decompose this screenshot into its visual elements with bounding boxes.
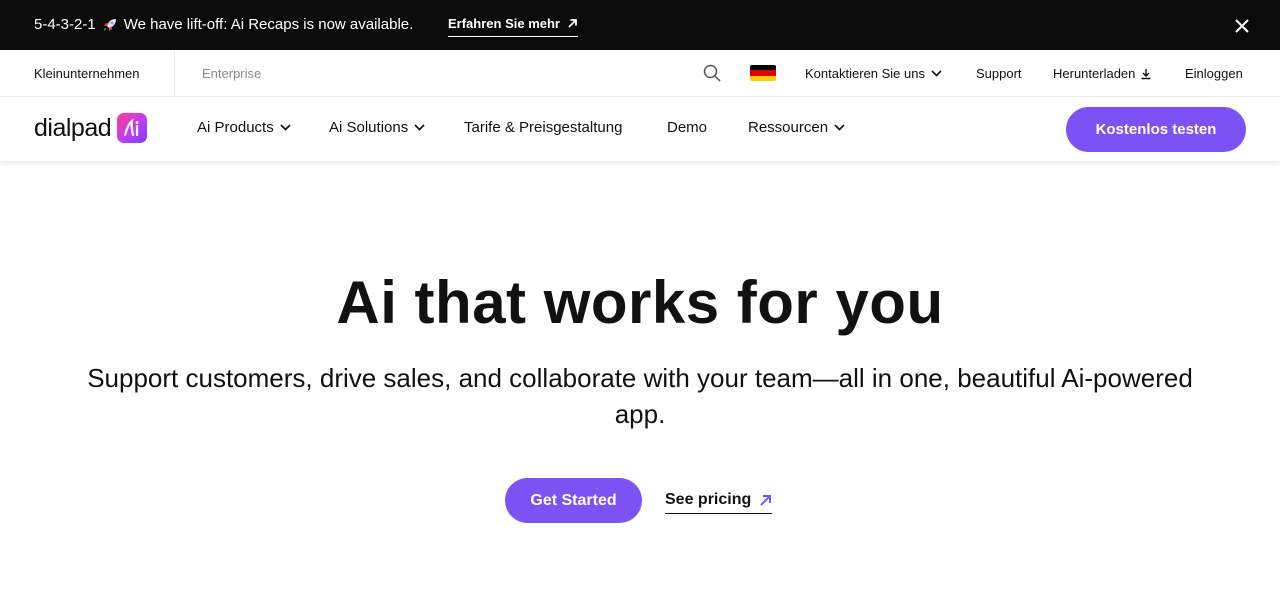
download-link[interactable]: Herunterladen — [1053, 66, 1152, 81]
segment-small-business[interactable]: Kleinunternehmen — [34, 66, 140, 81]
dialpad-logo[interactable]: dialpad — [34, 111, 148, 145]
support-link[interactable]: Support — [976, 66, 1022, 81]
nav-demo[interactable]: Demo — [667, 119, 707, 136]
download-icon — [1141, 68, 1151, 79]
learn-more-label: Erfahren Sie mehr — [448, 16, 560, 31]
arrow-up-right-icon — [760, 494, 772, 506]
free-trial-button[interactable]: Kostenlos testen — [1066, 107, 1246, 152]
nav-ai-products-label: Ai Products — [197, 119, 274, 136]
announcement-message: 5-4-3-2-1 We have lift-off: Ai Recaps is… — [34, 16, 413, 33]
search-icon[interactable] — [703, 64, 721, 82]
nav-resources-label: Ressourcen — [748, 119, 829, 136]
close-icon[interactable] — [1232, 16, 1252, 36]
announcement-countdown: 5-4-3-2-1 — [34, 16, 96, 33]
nav-ai-products[interactable]: Ai Products — [197, 119, 291, 136]
arrow-up-right-icon — [568, 19, 577, 28]
chevron-down-icon — [834, 124, 845, 131]
chevron-down-icon — [931, 70, 942, 77]
logo-wordmark: dialpad — [34, 113, 112, 142]
segment-enterprise[interactable]: Enterprise — [202, 66, 261, 81]
learn-more-link[interactable]: Erfahren Sie mehr — [448, 16, 578, 37]
ai-logo-icon — [117, 113, 148, 143]
see-pricing-label: See pricing — [665, 491, 752, 508]
announcement-bar: 5-4-3-2-1 We have lift-off: Ai Recaps is… — [0, 0, 1280, 50]
announcement-text: We have lift-off: Ai Recaps is now avail… — [123, 16, 414, 33]
hero-subtitle: Support customers, drive sales, and coll… — [87, 363, 1193, 429]
see-pricing-link[interactable]: See pricing — [665, 491, 773, 514]
get-started-button[interactable]: Get Started — [505, 478, 642, 523]
login-link[interactable]: Einloggen — [1185, 66, 1243, 81]
contact-us-label: Kontaktieren Sie uns — [805, 66, 925, 81]
chevron-down-icon — [414, 124, 425, 131]
segment-divider — [174, 50, 175, 96]
chevron-down-icon — [280, 124, 291, 131]
rocket-icon — [102, 17, 118, 33]
contact-us-dropdown[interactable]: Kontaktieren Sie uns — [805, 66, 942, 81]
nav-ai-solutions[interactable]: Ai Solutions — [329, 119, 425, 136]
nav-resources[interactable]: Ressourcen — [748, 119, 845, 136]
main-navigation: dialpad Ai Products Ai Solutions Tarife … — [0, 97, 1280, 161]
hero-title: Ai that works for you — [336, 269, 944, 336]
nav-ai-solutions-label: Ai Solutions — [329, 119, 409, 136]
germany-flag-icon[interactable] — [750, 65, 776, 81]
utility-bar: Kleinunternehmen Enterprise Kontaktieren… — [0, 50, 1280, 97]
download-label: Herunterladen — [1053, 66, 1136, 81]
nav-pricing[interactable]: Tarife & Preisgestaltung — [464, 119, 622, 136]
